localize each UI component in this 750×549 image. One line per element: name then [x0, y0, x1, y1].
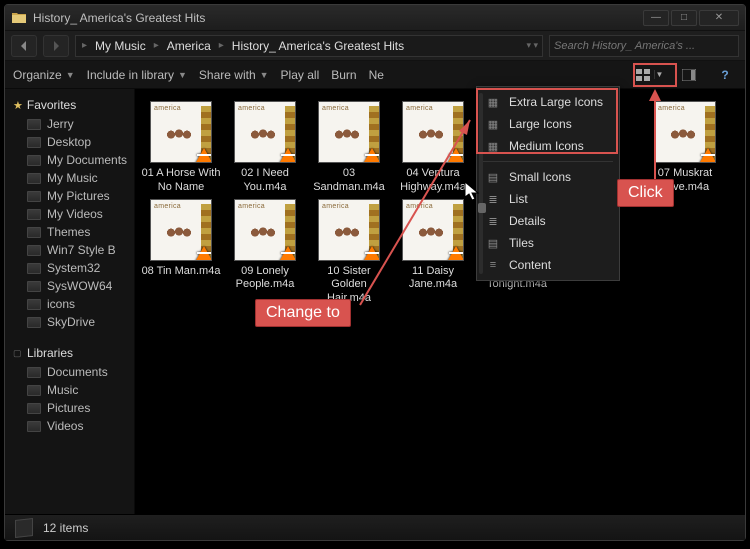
- sidebar-item[interactable]: Documents: [5, 363, 134, 381]
- folder-icon: [27, 137, 41, 148]
- vlc-cone-icon: [195, 246, 212, 261]
- forward-button[interactable]: [43, 35, 69, 57]
- title-bar: History_ America's Greatest Hits — □ ✕: [5, 5, 745, 31]
- file-item[interactable]: america 02 I Need You.m4a: [223, 99, 307, 197]
- vlc-cone-icon: [195, 148, 212, 163]
- sidebar-item[interactable]: SkyDrive: [5, 313, 134, 331]
- folder-icon: [27, 173, 41, 184]
- window-title: History_ America's Greatest Hits: [33, 11, 643, 25]
- search-input[interactable]: Search History_ America's ...: [549, 35, 739, 57]
- folder-icon: [27, 263, 41, 274]
- annotation-arrow: [355, 105, 505, 315]
- close-button[interactable]: ✕: [699, 10, 739, 26]
- vlc-cone-icon: [699, 148, 716, 163]
- file-name: 02 I Need You.m4a: [225, 167, 305, 195]
- sidebar-item[interactable]: Desktop: [5, 133, 134, 151]
- sidebar-item[interactable]: Jerry: [5, 115, 134, 133]
- status-bar: 12 items: [5, 514, 745, 540]
- star-icon: ★: [13, 99, 23, 112]
- album-art-icon: america: [150, 199, 212, 261]
- favorites-label: Favorites: [27, 98, 76, 112]
- help-button[interactable]: ?: [713, 65, 737, 85]
- expand-icon: ▢: [13, 348, 23, 359]
- annotation-callout: Change to: [255, 299, 351, 327]
- search-placeholder: Search History_ America's ...: [554, 40, 695, 52]
- sidebar-item[interactable]: Videos: [5, 417, 134, 435]
- folder-icon: [27, 385, 41, 396]
- folder-icon: [27, 119, 41, 130]
- new-folder-button[interactable]: Ne: [369, 68, 384, 82]
- breadcrumb-dropdown-icon[interactable]: ▾ ▾: [526, 40, 538, 51]
- sidebar-item[interactable]: My Videos: [5, 205, 134, 223]
- vlc-cone-icon: [279, 148, 296, 163]
- sidebar-item[interactable]: Themes: [5, 223, 134, 241]
- file-name: 08 Tin Man.m4a: [142, 265, 221, 279]
- file-name: 09 Lonely People.m4a: [225, 265, 305, 293]
- navigation-pane: ★ Favorites Jerry Desktop My Documents M…: [5, 89, 135, 514]
- item-count: 12 items: [43, 521, 88, 535]
- folder-icon: [27, 317, 41, 328]
- burn-button[interactable]: Burn: [331, 68, 356, 82]
- breadcrumb-segment[interactable]: America: [163, 37, 215, 55]
- window-controls: — □ ✕: [643, 10, 739, 26]
- folder-icon: [27, 367, 41, 378]
- folder-icon: [11, 10, 27, 26]
- folder-icon: [27, 403, 41, 414]
- sidebar-item[interactable]: icons: [5, 295, 134, 313]
- folder-icon: [27, 227, 41, 238]
- minimize-button[interactable]: —: [643, 10, 669, 26]
- share-with-button[interactable]: Share with▼: [199, 68, 269, 82]
- breadcrumb-segment[interactable]: History_ America's Greatest Hits: [228, 37, 408, 55]
- sidebar-item[interactable]: My Music: [5, 169, 134, 187]
- folder-icon: [27, 245, 41, 256]
- album-art-icon: america: [150, 101, 212, 163]
- file-name: 01 A Horse With No Name: [141, 167, 221, 195]
- sidebar-item[interactable]: My Documents: [5, 151, 134, 169]
- vlc-cone-icon: [279, 246, 296, 261]
- favorites-group[interactable]: ★ Favorites: [5, 95, 134, 115]
- chevron-right-icon: ▸: [217, 40, 226, 51]
- file-item[interactable]: america 09 Lonely People.m4a: [223, 197, 307, 308]
- sidebar-item[interactable]: System32: [5, 259, 134, 277]
- sidebar-item[interactable]: Pictures: [5, 399, 134, 417]
- include-library-button[interactable]: Include in library▼: [87, 68, 187, 82]
- breadcrumb-segment[interactable]: My Music: [91, 37, 150, 55]
- nav-bar: ▸ My Music ▸ America ▸ History_ America'…: [5, 31, 745, 61]
- folder-icon: [27, 155, 41, 166]
- annotation-arrow: [635, 83, 675, 193]
- play-all-button[interactable]: Play all: [281, 68, 320, 82]
- sidebar-item[interactable]: Music: [5, 381, 134, 399]
- file-item[interactable]: america 08 Tin Man.m4a: [139, 197, 223, 308]
- breadcrumb[interactable]: ▸ My Music ▸ America ▸ History_ America'…: [75, 35, 543, 57]
- sidebar-item[interactable]: SysWOW64: [5, 277, 134, 295]
- sidebar-item[interactable]: Win7 Style B: [5, 241, 134, 259]
- cursor-icon: [464, 181, 482, 203]
- annotation-callout: Click: [617, 179, 674, 207]
- folder-icon: [27, 421, 41, 432]
- organize-button[interactable]: Organize▼: [13, 68, 75, 82]
- back-button[interactable]: [11, 35, 37, 57]
- folder-icon: [27, 281, 41, 292]
- preview-pane-button[interactable]: [677, 65, 701, 85]
- album-art-icon: america: [234, 199, 296, 261]
- maximize-button[interactable]: □: [671, 10, 697, 26]
- file-item[interactable]: america 01 A Horse With No Name: [139, 99, 223, 197]
- sidebar-item[interactable]: My Pictures: [5, 187, 134, 205]
- folder-icon: [15, 518, 33, 538]
- chevron-right-icon: ▸: [152, 40, 161, 51]
- album-art-icon: america: [234, 101, 296, 163]
- folder-icon: [27, 299, 41, 310]
- explorer-window: History_ America's Greatest Hits — □ ✕ ▸…: [4, 4, 746, 541]
- libraries-label: Libraries: [27, 346, 73, 360]
- chevron-right-icon: ▸: [80, 40, 89, 51]
- libraries-group[interactable]: ▢ Libraries: [5, 343, 134, 363]
- folder-icon: [27, 191, 41, 202]
- folder-icon: [27, 209, 41, 220]
